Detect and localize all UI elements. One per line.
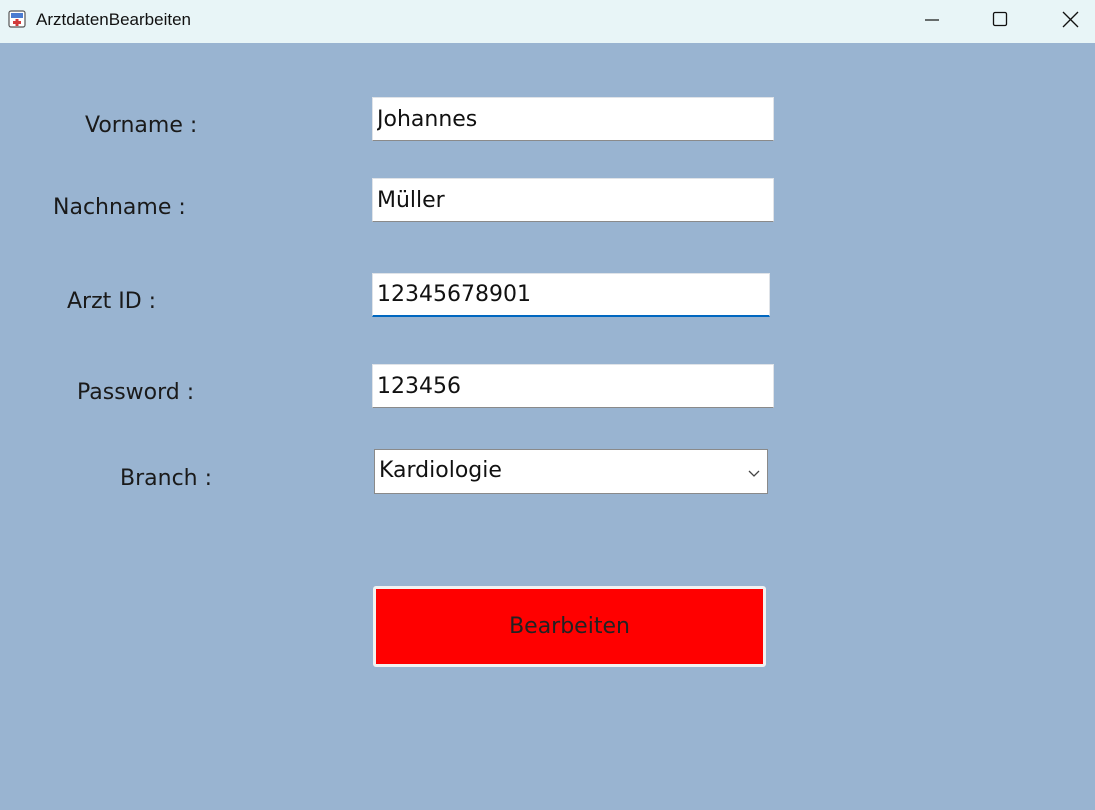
branch-label: Branch :: [120, 466, 213, 491]
app-window: ArztdatenBearbeiten Vorname: Johannes N…: [0, 0, 1095, 810]
password-label: Password :: [77, 380, 195, 405]
app-icon: [8, 10, 26, 28]
maximize-button[interactable]: [966, 0, 1034, 40]
close-button[interactable]: [1036, 0, 1095, 40]
minimize-button[interactable]: [898, 0, 966, 40]
vorname-label: Vorname :: [85, 113, 198, 138]
arzt-id-field[interactable]: [372, 273, 770, 317]
nachname-field[interactable]: [372, 178, 774, 222]
vorname-field[interactable]: [372, 97, 774, 141]
arzt-id-label: Arzt ID :: [67, 289, 157, 314]
window-title: ArztdatenBearbeiten: [36, 10, 191, 29]
title-bar[interactable]: ArztdatenBearbeiten: [0, 0, 1095, 43]
branch-selected-value: Kardiologie: [379, 458, 502, 483]
password-field[interactable]: [372, 364, 774, 408]
branch-select[interactable]: Kardiologie: [374, 449, 768, 494]
chevron-down-icon: [747, 465, 761, 479]
bearbeiten-button[interactable]: Bearbeiten: [373, 586, 766, 667]
nachname-label: Nachname :: [53, 195, 186, 220]
